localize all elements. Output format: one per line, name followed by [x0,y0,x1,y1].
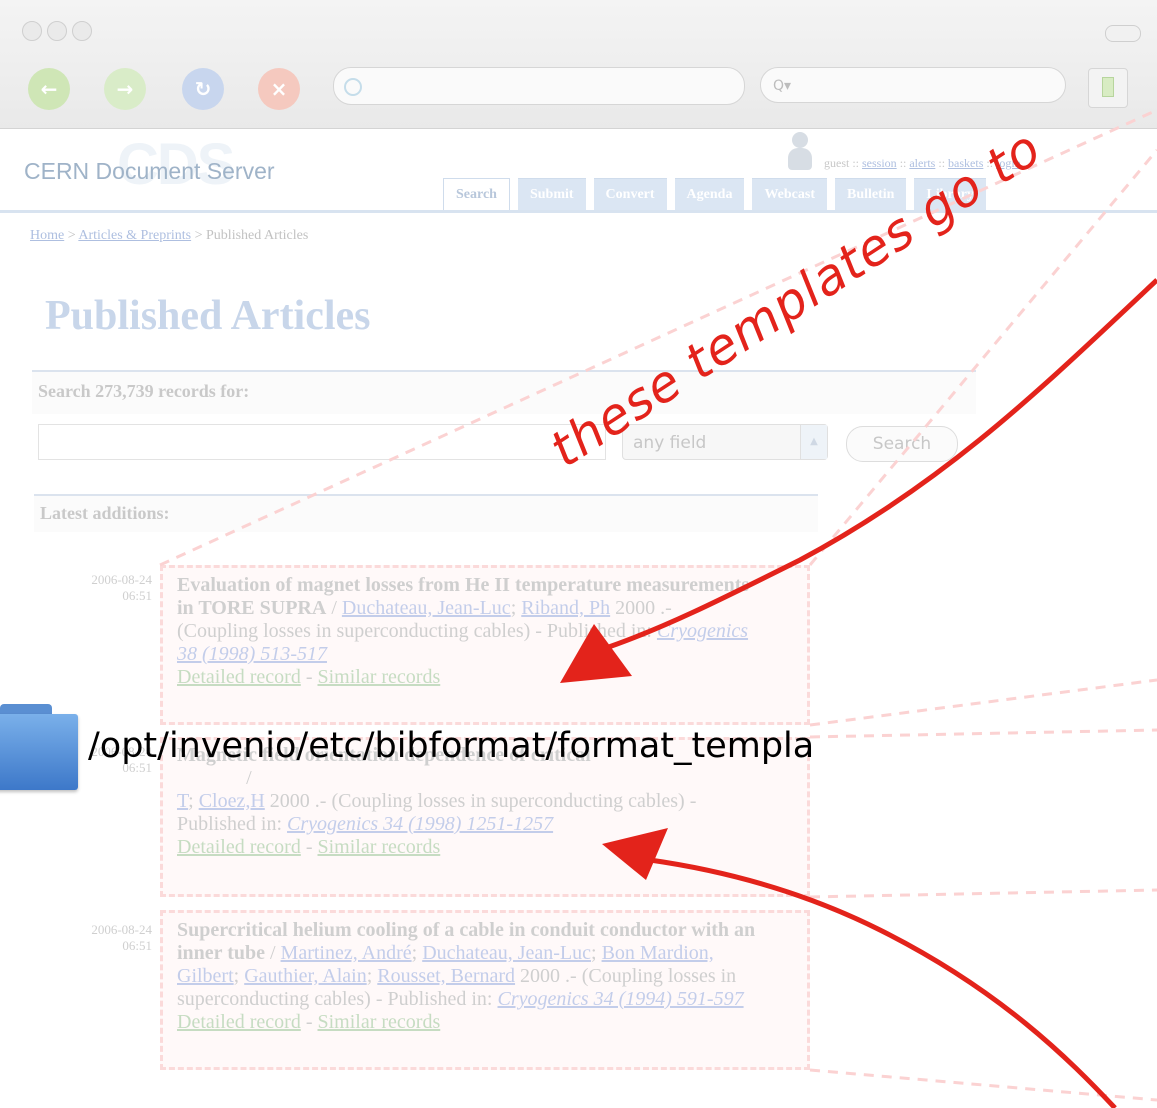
lower-arrow-line [649,857,1117,1108]
guide-line [809,678,1157,727]
guide-line [809,728,1157,739]
lower-arrowhead-icon [602,828,668,880]
guide-line [808,149,1157,566]
template-path-label: /opt/invenio/etc/bibformat/format_templa [88,726,815,766]
screenshot-frame: ← → ↻ × Q▾ CDS CERN Document Server gues… [0,0,1157,1108]
folder-icon [0,704,78,792]
guide-line [809,888,1157,899]
upper-arrowhead-icon [560,624,632,683]
